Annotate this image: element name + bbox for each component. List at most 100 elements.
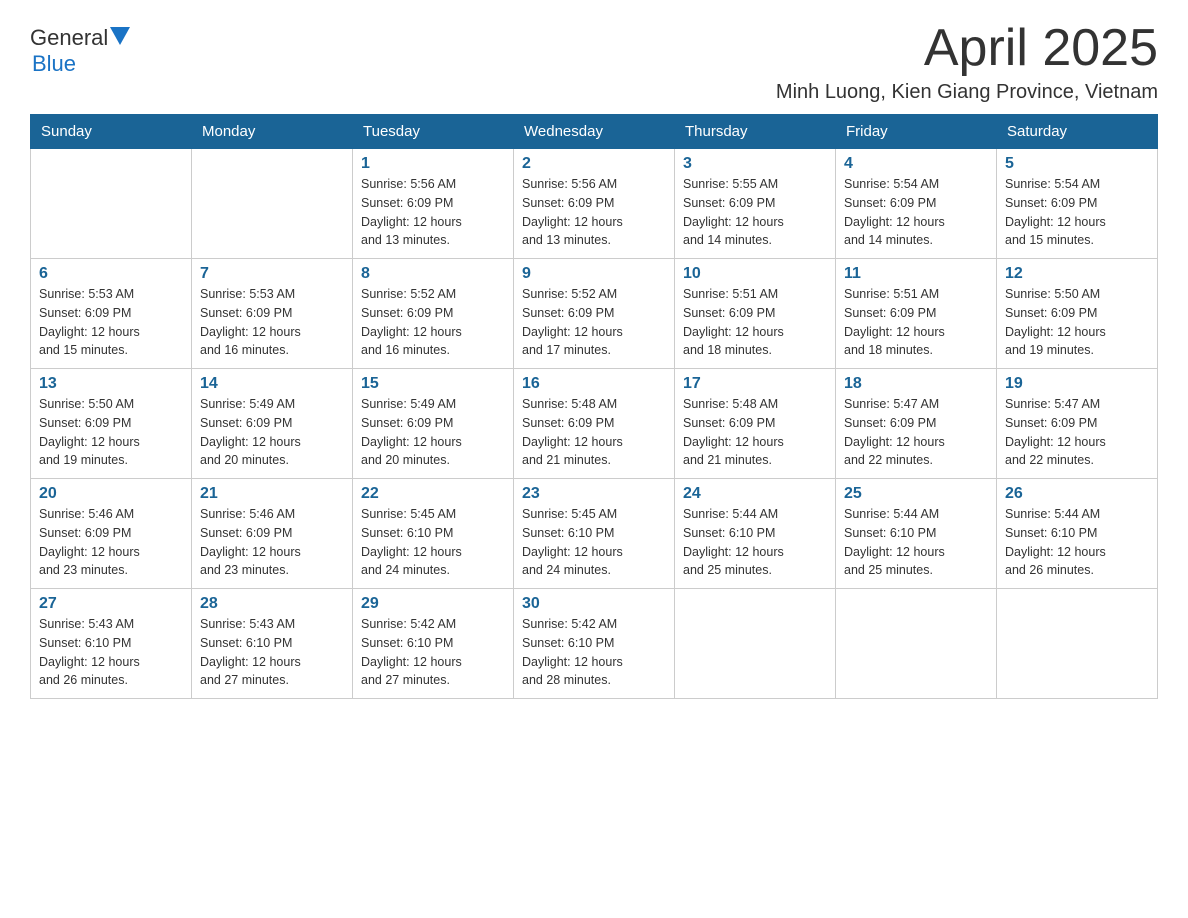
logo-blue-text: Blue [32,51,76,77]
day-number: 16 [522,375,666,393]
calendar-cell: 16Sunrise: 5:48 AM Sunset: 6:09 PM Dayli… [514,369,675,479]
day-number: 13 [39,375,183,393]
day-info: Sunrise: 5:47 AM Sunset: 6:09 PM Dayligh… [1005,395,1149,470]
calendar-cell: 25 Sunrise: 5:44 AM Sunset: 6:10 PM Dayli… [836,479,997,589]
day-number: 24 [683,485,827,503]
header-wednesday: Wednesday [514,115,675,149]
calendar-cell: 14 Sunrise: 5:49 AM Sunset: 6:09 PM Dayli… [192,369,353,479]
calendar-cell [675,589,836,699]
header-saturday: Saturday [997,115,1158,149]
calendar-cell: 27 Sunrise: 5:43 AM Sunset: 6:10 PM Dayli… [31,589,192,699]
week-row-3: 13 Sunrise: 5:50 AM Sunset: 6:09 PM Dayli… [31,369,1158,479]
calendar-cell: 11Sunrise: 5:51 AM Sunset: 6:09 PM Dayli… [836,259,997,369]
day-number: 21 [200,485,344,503]
location-title: Minh Luong, Kien Giang Province, Vietnam [776,81,1158,104]
day-info: Sunrise: 5:44 AM Sunset: 6:10 PM Dayligh… [1005,505,1149,580]
calendar-cell: 6Sunrise: 5:53 AM Sunset: 6:09 PM Daylig… [31,259,192,369]
day-info: Sunrise: 5:44 AM Sunset: 6:10 PM Dayligh… [844,505,988,580]
day-info: Sunrise: 5:48 AM Sunset: 6:09 PM Dayligh… [683,395,827,470]
calendar-cell: 29 Sunrise: 5:42 AM Sunset: 6:10 PM Dayli… [353,589,514,699]
day-info: Sunrise: 5:45 AM Sunset: 6:10 PM Dayligh… [522,505,666,580]
day-number: 15 [361,375,505,393]
calendar-header-row: SundayMondayTuesdayWednesdayThursdayFrid… [31,115,1158,149]
calendar-cell: 1 Sunrise: 5:56 AM Sunset: 6:09 PM Daylig… [353,149,514,259]
calendar-cell: 26 Sunrise: 5:44 AM Sunset: 6:10 PM Dayli… [997,479,1158,589]
calendar-cell: 13 Sunrise: 5:50 AM Sunset: 6:09 PM Dayli… [31,369,192,479]
calendar-cell: 15 Sunrise: 5:49 AM Sunset: 6:09 PM Dayli… [353,369,514,479]
header-thursday: Thursday [675,115,836,149]
day-info: Sunrise: 5:43 AM Sunset: 6:10 PM Dayligh… [200,615,344,690]
day-number: 5 [1005,155,1149,173]
logo-triangle-icon [110,27,130,45]
calendar-cell: 17 Sunrise: 5:48 AM Sunset: 6:09 PM Dayli… [675,369,836,479]
calendar-cell: 7 Sunrise: 5:53 AM Sunset: 6:09 PM Daylig… [192,259,353,369]
header-friday: Friday [836,115,997,149]
day-number: 12 [1005,265,1149,283]
day-number: 17 [683,375,827,393]
day-number: 29 [361,595,505,613]
day-number: 30 [522,595,666,613]
day-info: Sunrise: 5:47 AM Sunset: 6:09 PM Dayligh… [844,395,988,470]
calendar-cell: 23 Sunrise: 5:45 AM Sunset: 6:10 PM Dayli… [514,479,675,589]
day-info: Sunrise: 5:51 AM Sunset: 6:09 PM Dayligh… [683,285,827,360]
day-number: 9 [522,265,666,283]
calendar-cell: 9 Sunrise: 5:52 AM Sunset: 6:09 PM Daylig… [514,259,675,369]
day-info: Sunrise: 5:44 AM Sunset: 6:10 PM Dayligh… [683,505,827,580]
logo-general-text: General [30,25,108,51]
calendar-cell: 4Sunrise: 5:54 AM Sunset: 6:09 PM Daylig… [836,149,997,259]
header-sunday: Sunday [31,115,192,149]
day-number: 1 [361,155,505,173]
day-number: 14 [200,375,344,393]
day-info: Sunrise: 5:43 AM Sunset: 6:10 PM Dayligh… [39,615,183,690]
logo: General Blue [30,20,130,77]
day-number: 28 [200,595,344,613]
calendar-cell: 24 Sunrise: 5:44 AM Sunset: 6:10 PM Dayli… [675,479,836,589]
day-info: Sunrise: 5:55 AM Sunset: 6:09 PM Dayligh… [683,175,827,250]
day-number: 8 [361,265,505,283]
month-title: April 2025 [776,20,1158,77]
week-row-2: 6 Sunrise: 5:53 AM Sunset: 6:09 PM Daylig… [31,259,1158,369]
day-number: 2 [522,155,666,173]
day-number: 18 [844,375,988,393]
header-tuesday: Tuesday [353,115,514,149]
calendar-cell: 8 Sunrise: 5:52 AM Sunset: 6:09 PM Daylig… [353,259,514,369]
day-info: Sunrise: 5:49 AM Sunset: 6:09 PM Dayligh… [200,395,344,470]
day-info: Sunrise: 5:46 AM Sunset: 6:09 PM Dayligh… [200,505,344,580]
day-info: Sunrise: 5:46 AM Sunset: 6:09 PM Dayligh… [39,505,183,580]
day-info: Sunrise: 5:49 AM Sunset: 6:09 PM Dayligh… [361,395,505,470]
day-number: 7 [200,265,344,283]
calendar-cell: 10Sunrise: 5:51 AM Sunset: 6:09 PM Dayli… [675,259,836,369]
calendar-cell: 19 Sunrise: 5:47 AM Sunset: 6:09 PM Dayli… [997,369,1158,479]
day-info: Sunrise: 5:42 AM Sunset: 6:10 PM Dayligh… [361,615,505,690]
day-number: 20 [39,485,183,503]
day-number: 26 [1005,485,1149,503]
day-info: Sunrise: 5:54 AM Sunset: 6:09 PM Dayligh… [844,175,988,250]
day-number: 23 [522,485,666,503]
day-info: Sunrise: 5:45 AM Sunset: 6:10 PM Dayligh… [361,505,505,580]
day-info: Sunrise: 5:56 AM Sunset: 6:09 PM Dayligh… [361,175,505,250]
day-number: 19 [1005,375,1149,393]
day-number: 27 [39,595,183,613]
calendar-cell: 5 Sunrise: 5:54 AM Sunset: 6:09 PM Daylig… [997,149,1158,259]
day-number: 25 [844,485,988,503]
page-header: General Blue April 2025 Minh Luong, Kien… [30,20,1158,104]
day-info: Sunrise: 5:54 AM Sunset: 6:09 PM Dayligh… [1005,175,1149,250]
day-info: Sunrise: 5:52 AM Sunset: 6:09 PM Dayligh… [522,285,666,360]
calendar-cell: 21 Sunrise: 5:46 AM Sunset: 6:09 PM Dayli… [192,479,353,589]
header-monday: Monday [192,115,353,149]
day-info: Sunrise: 5:53 AM Sunset: 6:09 PM Dayligh… [200,285,344,360]
day-number: 6 [39,265,183,283]
calendar-cell: 30Sunrise: 5:42 AM Sunset: 6:10 PM Dayli… [514,589,675,699]
day-info: Sunrise: 5:50 AM Sunset: 6:09 PM Dayligh… [1005,285,1149,360]
calendar-cell: 2Sunrise: 5:56 AM Sunset: 6:09 PM Daylig… [514,149,675,259]
week-row-1: 1 Sunrise: 5:56 AM Sunset: 6:09 PM Daylig… [31,149,1158,259]
calendar-table: SundayMondayTuesdayWednesdayThursdayFrid… [30,114,1158,699]
calendar-cell: 3Sunrise: 5:55 AM Sunset: 6:09 PM Daylig… [675,149,836,259]
calendar-cell [997,589,1158,699]
calendar-cell [31,149,192,259]
title-section: April 2025 Minh Luong, Kien Giang Provin… [776,20,1158,104]
day-info: Sunrise: 5:50 AM Sunset: 6:09 PM Dayligh… [39,395,183,470]
day-number: 11 [844,265,988,283]
day-info: Sunrise: 5:52 AM Sunset: 6:09 PM Dayligh… [361,285,505,360]
calendar-cell: 28 Sunrise: 5:43 AM Sunset: 6:10 PM Dayli… [192,589,353,699]
